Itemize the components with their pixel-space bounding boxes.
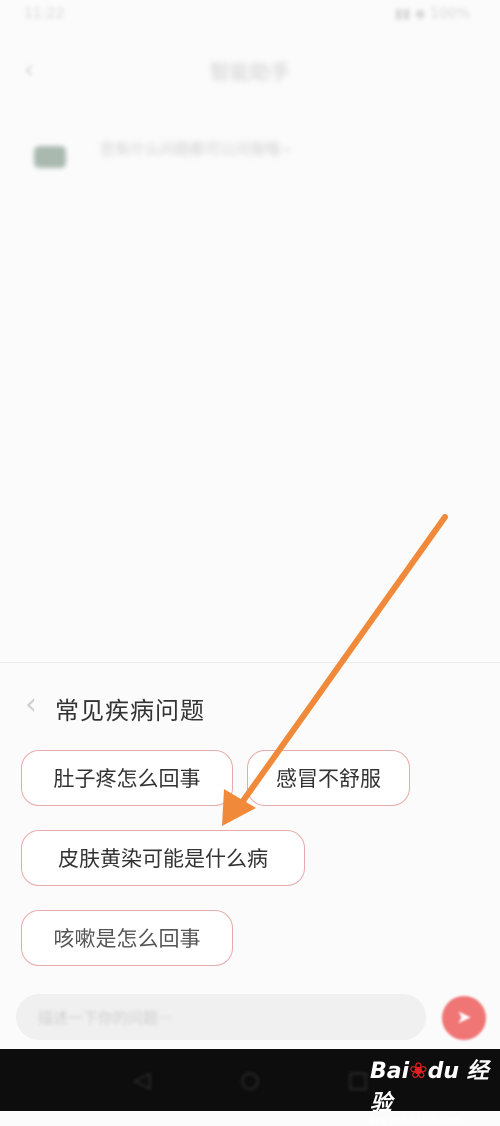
watermark-logo-left: Bai: [370, 1059, 410, 1084]
status-indicators: ▮▮ ◆ 100%: [394, 6, 470, 22]
message-input-placeholder: 描述一下你的问题···: [38, 1009, 173, 1027]
top-nav-bar: ‹ 智能助手: [0, 38, 500, 106]
question-chip[interactable]: 肚子疼怎么回事: [21, 750, 233, 806]
send-icon: ➤: [456, 1007, 472, 1028]
message-input[interactable]: 描述一下你的问题···: [16, 994, 426, 1040]
baidu-jingyan-watermark: Bai❀du 经验 jingyan.baidu.com: [370, 1053, 490, 1126]
watermark-url: jingyan.baidu.com: [370, 1115, 463, 1126]
back-button[interactable]: ‹: [14, 50, 44, 90]
bot-message: 您有什么问题都可以问我哦~: [28, 128, 468, 188]
paw-icon: ❀: [409, 1059, 428, 1084]
divider: [0, 662, 500, 663]
nav-recent-key[interactable]: □: [344, 1067, 372, 1095]
watermark-logo: Bai❀du 经验: [370, 1053, 490, 1117]
nav-back-key[interactable]: ◁: [128, 1067, 156, 1095]
question-chip[interactable]: 皮肤黄染可能是什么病: [21, 830, 305, 886]
question-chip[interactable]: 感冒不舒服: [247, 750, 410, 806]
chevron-left-icon[interactable]: ‹: [16, 685, 46, 725]
input-bar: 描述一下你的问题··· ➤: [0, 990, 500, 1046]
status-bar: 11:22 ▮▮ ◆ 100%: [0, 0, 500, 38]
bot-message-text: 您有什么问题都可以问我哦~: [100, 140, 293, 158]
question-panel-header: ‹ 常见疾病问题: [0, 683, 500, 733]
question-chip[interactable]: 咳嗽是怎么回事: [21, 910, 233, 966]
status-time: 11:22: [24, 6, 65, 22]
page-title: 智能助手: [210, 60, 290, 84]
send-button[interactable]: ➤: [442, 996, 486, 1040]
question-panel-title: 常见疾病问题: [55, 697, 205, 725]
nav-home-key[interactable]: ○: [236, 1067, 264, 1095]
system-nav-bar: ◁ ○ □ Bai❀du 经验 jingyan.baidu.com: [0, 1049, 500, 1126]
bot-avatar-icon: [34, 146, 66, 168]
